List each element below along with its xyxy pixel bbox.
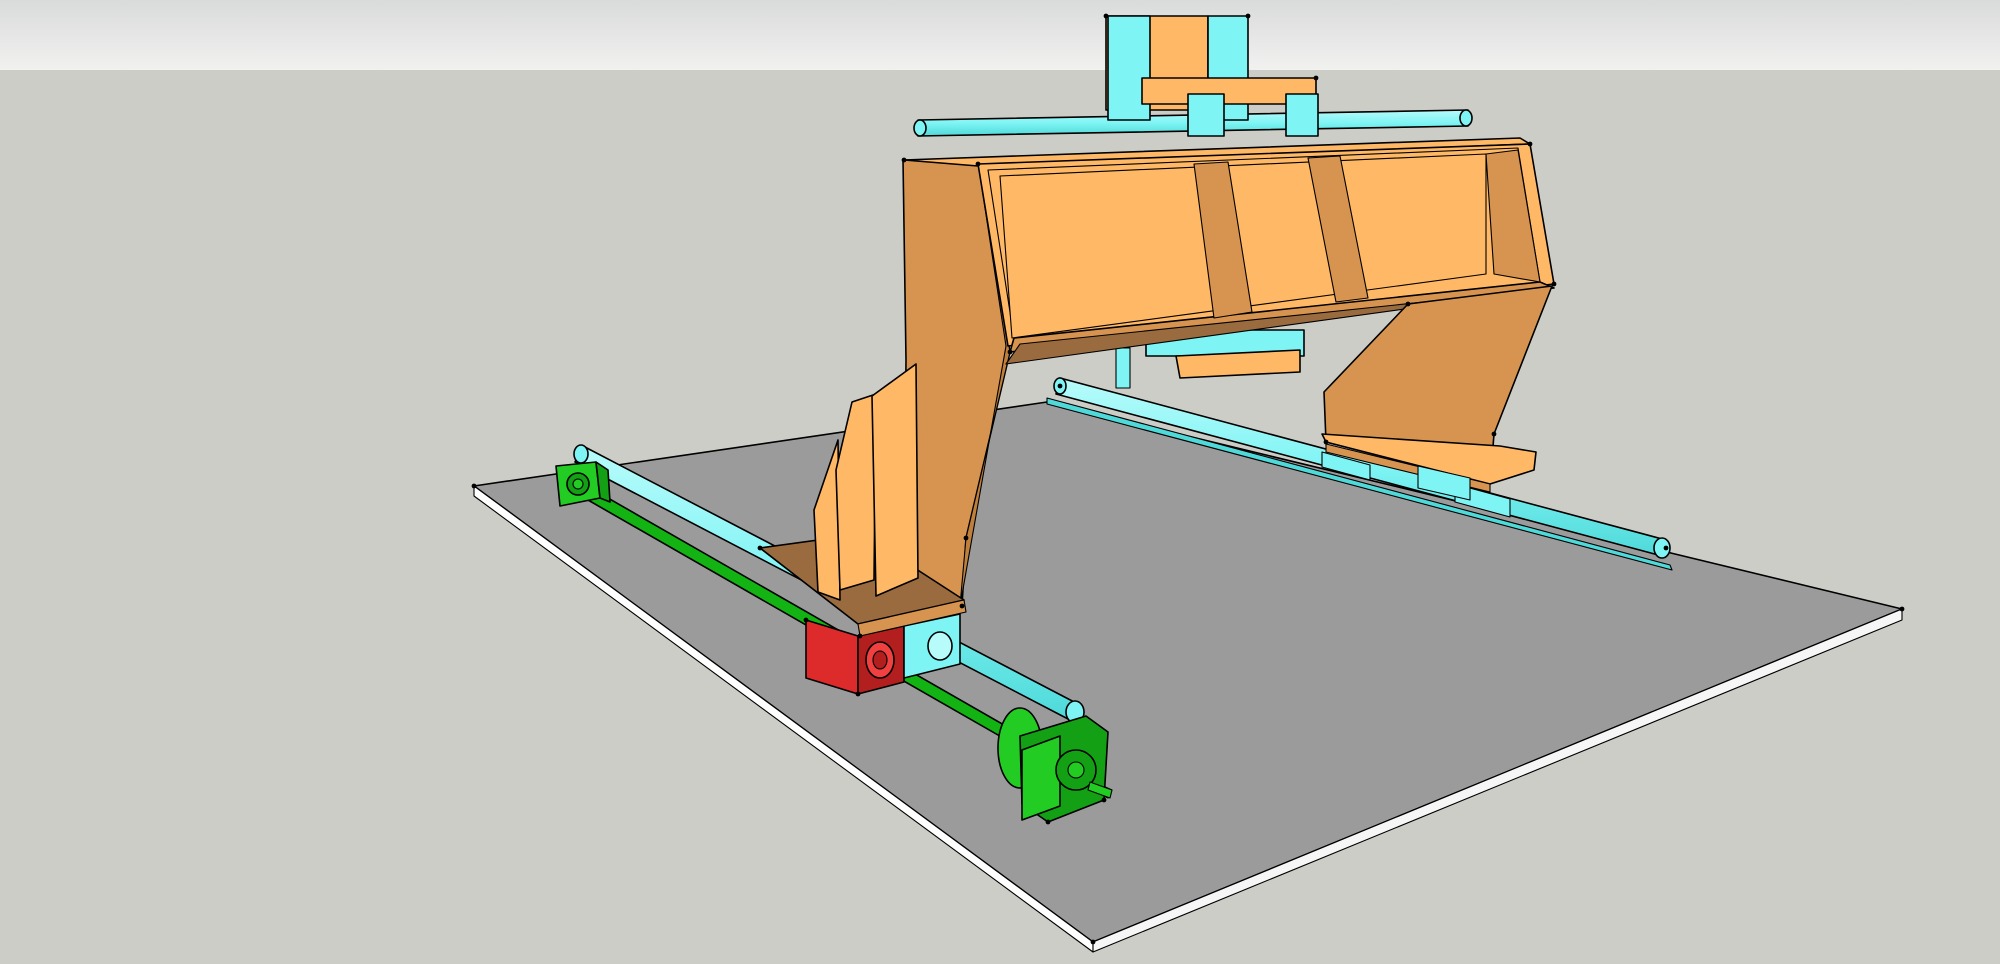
3d-viewport[interactable] [0, 0, 2000, 964]
vertex-marker [963, 535, 969, 541]
rear-stepper-motor[interactable] [555, 461, 611, 507]
vertex-marker [1491, 431, 1497, 437]
vertex-marker [857, 633, 863, 639]
vertex-marker [1323, 439, 1329, 445]
vertex-marker [1899, 606, 1905, 612]
vertex-marker [471, 483, 477, 489]
vertex-marker [1045, 819, 1051, 825]
vertex-marker [959, 603, 965, 609]
vertex-marker [901, 157, 907, 163]
vertex-marker [1103, 13, 1109, 19]
vertex-marker [1551, 281, 1557, 287]
vertex-marker [1405, 301, 1411, 307]
vertex-marker [1245, 13, 1251, 19]
vertex-marker [975, 161, 981, 167]
vertex-marker [1313, 75, 1319, 81]
vertex-marker [1527, 141, 1533, 147]
vertex-marker [1090, 939, 1096, 945]
vertex-marker [1057, 383, 1063, 389]
vertex-marker [803, 617, 809, 623]
vertex-marker [855, 691, 861, 697]
cnc-gantry-model[interactable] [0, 0, 2000, 964]
vertex-marker [1007, 349, 1013, 355]
vertex-marker [1663, 545, 1669, 551]
vertex-marker [757, 545, 763, 551]
vertex-marker [1101, 797, 1107, 803]
sky [0, 0, 2000, 70]
